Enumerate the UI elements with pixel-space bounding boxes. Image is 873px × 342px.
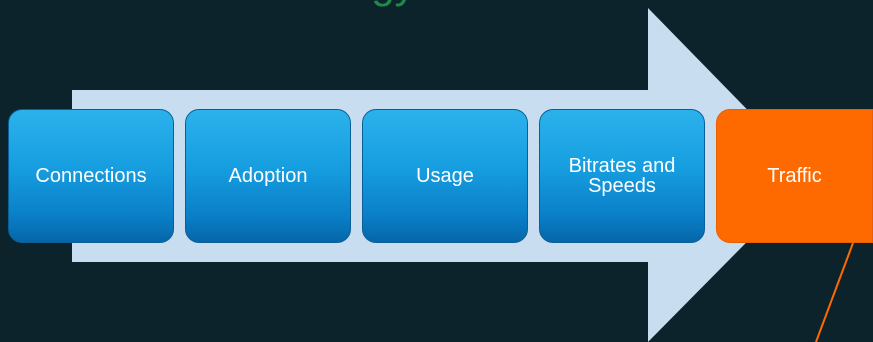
connector-line	[815, 242, 854, 342]
step-adoption: Adoption	[185, 109, 351, 243]
step-traffic: Traffic	[716, 109, 873, 243]
step-bitrates-and-speeds: Bitrates and Speeds	[539, 109, 705, 243]
step-usage-label: Usage	[416, 165, 474, 187]
step-traffic-label: Traffic	[767, 165, 822, 187]
step-usage: Usage	[362, 109, 528, 243]
step-connections-label: Connections	[35, 165, 147, 187]
step-bitrates-label: Bitrates and Speeds	[568, 155, 676, 197]
step-connections: Connections	[8, 109, 174, 243]
step-adoption-label: Adoption	[228, 165, 308, 187]
